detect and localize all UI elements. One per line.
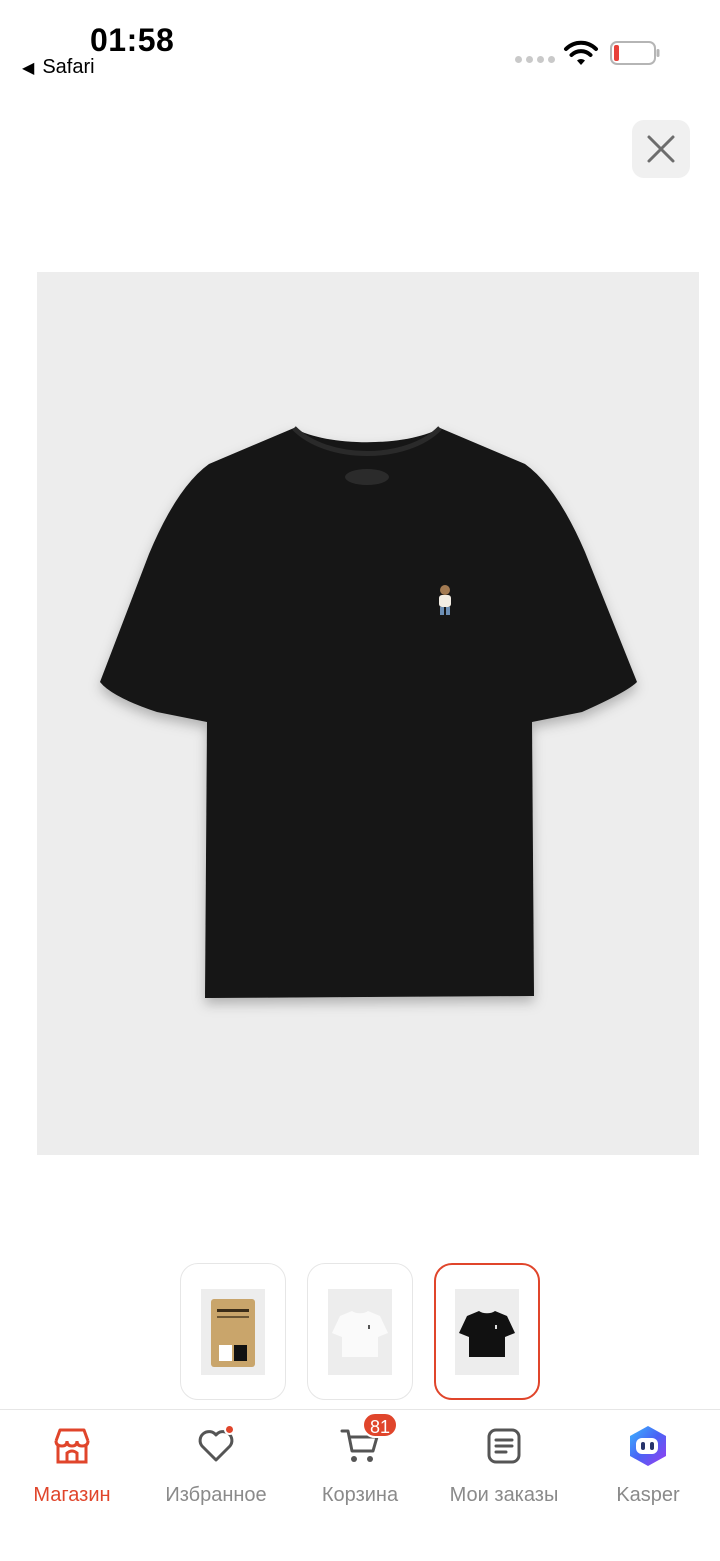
battery-icon: [610, 41, 660, 65]
cellular-signal-icon: [515, 56, 555, 63]
kasper-icon: [626, 1424, 670, 1468]
black-tshirt-image: [100, 426, 637, 998]
product-main-image[interactable]: [37, 272, 699, 1155]
thumbnail-strip: [180, 1263, 540, 1400]
tab-favorites[interactable]: Избранное: [144, 1410, 288, 1520]
thumbnail-white-tshirt[interactable]: [307, 1263, 413, 1400]
cart-count-badge: 81: [362, 1412, 399, 1438]
package-thumbnail-image: [201, 1288, 265, 1375]
thumbnail-black-tshirt[interactable]: [434, 1263, 540, 1400]
tab-store[interactable]: Магазин: [0, 1410, 144, 1520]
orders-icon: [482, 1424, 526, 1468]
black-tshirt-thumbnail-image: [455, 1288, 519, 1375]
tab-store-label: Магазин: [33, 1484, 111, 1506]
wifi-icon: [564, 40, 598, 65]
tab-kasper[interactable]: Kasper: [576, 1410, 720, 1520]
white-tshirt-thumbnail-image: [328, 1288, 392, 1375]
back-triangle-icon: ◀: [22, 59, 35, 77]
close-button[interactable]: [632, 120, 690, 178]
status-bar: 01:58 ◀ Safari: [0, 0, 720, 95]
back-app-label: Safari: [42, 56, 95, 78]
tab-orders[interactable]: Мои заказы: [432, 1410, 576, 1520]
status-time: 01:58: [90, 22, 175, 58]
back-to-app-link[interactable]: ◀ Safari: [22, 56, 95, 79]
bottom-tab-bar: Магазин Избранное 81 Корзина Мои заказы …: [0, 1409, 720, 1561]
tab-cart-label: Корзина: [321, 1484, 399, 1506]
favorites-notification-dot: [224, 1424, 235, 1435]
tab-favorites-label: Избранное: [165, 1484, 267, 1506]
close-icon: [647, 135, 675, 163]
cart-icon: 81: [338, 1412, 399, 1468]
tab-kasper-label: Kasper: [616, 1484, 680, 1506]
tab-orders-label: Мои заказы: [449, 1484, 559, 1506]
tab-cart[interactable]: 81 Корзина: [288, 1410, 432, 1520]
thumbnail-package[interactable]: [180, 1263, 286, 1400]
heart-icon: [194, 1424, 238, 1468]
store-icon: [50, 1424, 94, 1468]
